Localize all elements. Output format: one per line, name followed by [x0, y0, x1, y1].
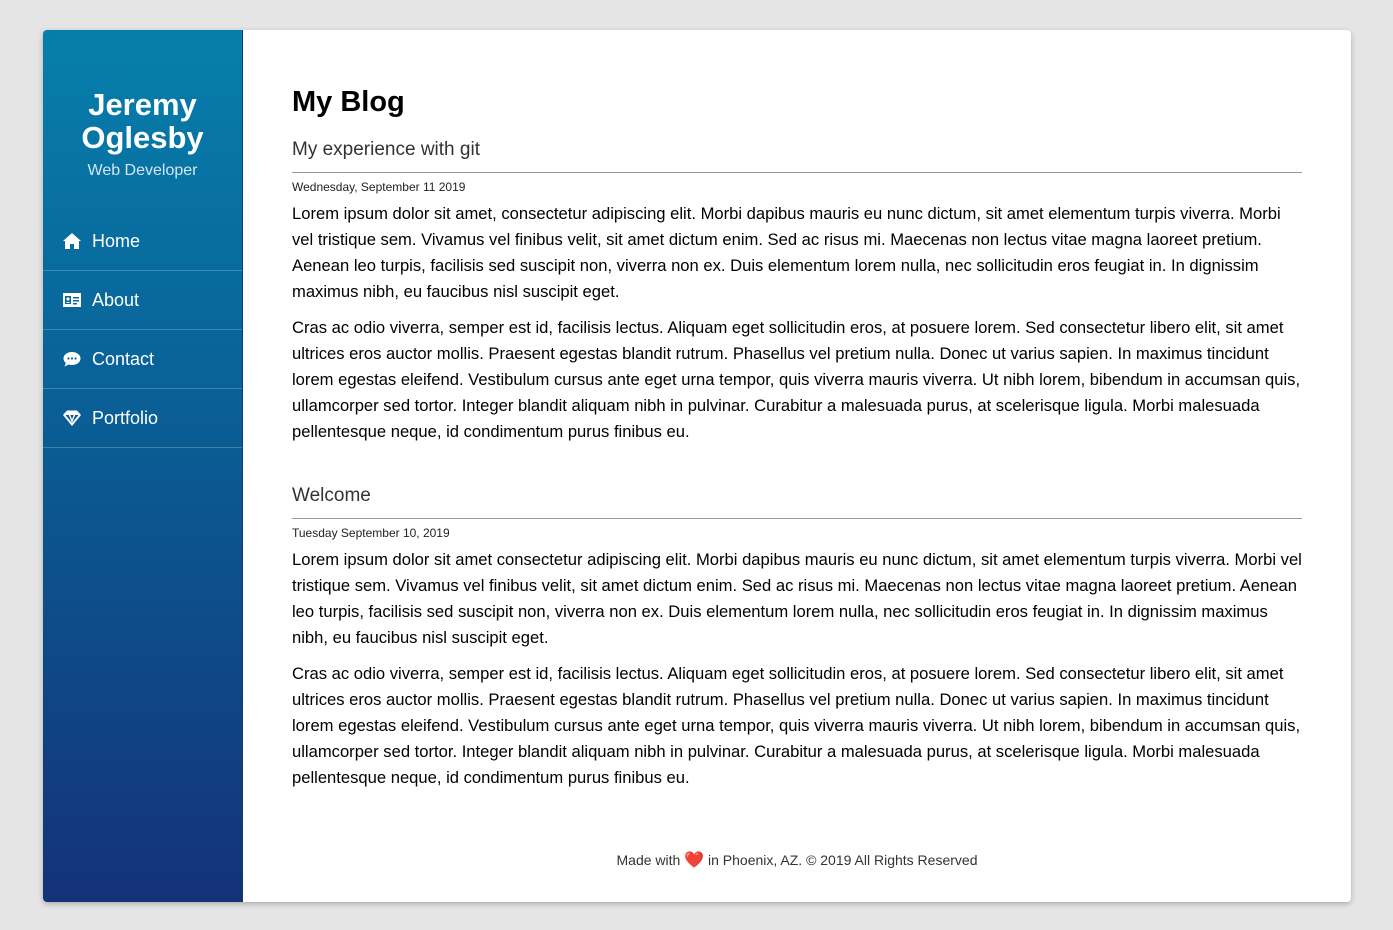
chat-icon [63, 352, 81, 367]
blog-post: Welcome Tuesday September 10, 2019 Lorem… [292, 485, 1302, 791]
sidebar-item-label: Portfolio [92, 407, 159, 428]
post-date: Tuesday September 10, 2019 [292, 526, 450, 540]
footer-text-before: Made with [616, 852, 681, 868]
main-content: My Blog My experience with git Wednesday… [243, 30, 1351, 902]
site-owner-title: Web Developer [87, 162, 198, 179]
app-window: Jeremy Oglesby Web Developer Home About [43, 30, 1351, 902]
post-paragraph: Cras ac odio viverra, semper est id, fac… [292, 664, 1301, 787]
sidebar-item-label: Home [92, 230, 141, 251]
post-title: Welcome [292, 485, 1302, 519]
site-owner-name: Jeremy Oglesby [81, 87, 204, 155]
brand: Jeremy Oglesby Web Developer [43, 30, 242, 212]
sidebar-nav: Home About Contact Portfolio [43, 212, 242, 448]
heart-icon: ❤️ [684, 852, 705, 869]
id-card-icon [63, 293, 81, 307]
post-paragraph: Cras ac odio viverra, semper est id, fac… [292, 318, 1301, 441]
sidebar-item-label: About [92, 289, 140, 310]
diamond-icon [63, 410, 81, 426]
footer: Made with ❤️ in Phoenix, AZ. © 2019 All … [243, 850, 1351, 870]
footer-text-after: in Phoenix, AZ. © 2019 All Rights Reserv… [708, 852, 978, 868]
page-title: My Blog [292, 86, 405, 118]
home-icon [63, 233, 81, 249]
sidebar-item-contact[interactable]: Contact [43, 330, 242, 389]
sidebar-item-about[interactable]: About [43, 271, 242, 330]
sidebar-item-label: Contact [92, 348, 155, 369]
post-date: Wednesday, September 11 2019 [292, 180, 466, 194]
post-title: My experience with git [292, 139, 1302, 173]
post-paragraph: Lorem ipsum dolor sit amet, consectetur … [292, 204, 1281, 301]
blog-post: My experience with git Wednesday, Septem… [292, 139, 1302, 445]
sidebar-item-home[interactable]: Home [43, 212, 242, 271]
sidebar-item-portfolio[interactable]: Portfolio [43, 389, 242, 448]
post-paragraph: Lorem ipsum dolor sit amet consectetur a… [292, 550, 1302, 647]
sidebar: Jeremy Oglesby Web Developer Home About [43, 30, 243, 902]
